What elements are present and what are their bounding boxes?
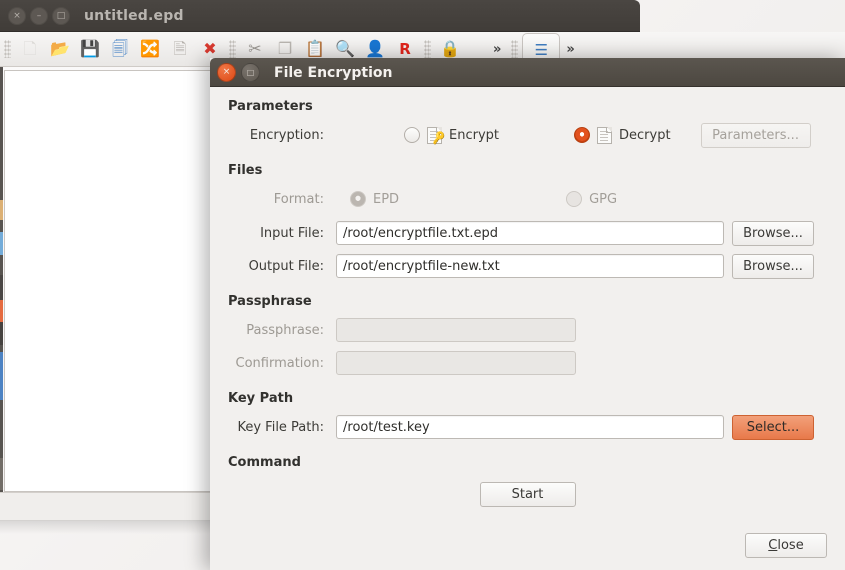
confirmation-field: [336, 351, 576, 375]
maximize-glyph: □: [53, 8, 69, 24]
background-window-buttons: × – □: [0, 7, 70, 25]
overflow-chevrons-glyph: »: [493, 42, 501, 57]
document-canvas[interactable]: [4, 70, 212, 492]
r-script-glyph: R: [399, 42, 411, 57]
format-epd-label: EPD: [373, 192, 399, 207]
maximize-icon[interactable]: □: [241, 63, 260, 82]
unity-launcher-sliver: [0, 60, 3, 510]
close-button[interactable]: Close: [745, 533, 827, 558]
passphrase-heading: Passphrase: [228, 294, 827, 309]
encrypt-radio[interactable]: [404, 127, 420, 143]
close-icon[interactable]: ×: [8, 7, 26, 25]
encryption-row: Encryption: 🔑 Encrypt Decrypt Parameters…: [228, 121, 827, 149]
new-document-glyph: 🗋: [24, 41, 37, 57]
encryption-label: Encryption:: [228, 128, 336, 143]
passphrase-field: [336, 318, 576, 342]
text-wrap-glyph: ☰: [535, 41, 548, 59]
decrypt-radio[interactable]: [574, 127, 590, 143]
save-all-glyph: 🗐: [112, 41, 128, 57]
background-window-titlebar: × – □ untitled.epd: [0, 0, 640, 32]
start-button[interactable]: Start: [480, 482, 576, 507]
minimize-icon[interactable]: –: [30, 7, 48, 25]
confirmation-label: Confirmation:: [228, 356, 336, 371]
document-properties-glyph: 🗎: [174, 41, 187, 57]
output-file-field[interactable]: [336, 254, 724, 278]
delete-glyph: ✖: [203, 41, 216, 57]
find-glyph: 🔍: [335, 41, 355, 57]
key-file-label: Key File Path:: [228, 420, 336, 435]
shuffle-icon[interactable]: 🔀: [135, 34, 165, 64]
close-button-wrap: Close: [745, 533, 827, 558]
close-button-mnemonic: C: [768, 538, 777, 553]
dialog-titlebar: × □ File Encryption: [210, 58, 845, 87]
open-folder-glyph: 📂: [50, 41, 70, 57]
screen: × – □ untitled.epd 🗋 📂 💾 🗐 🔀 🗎 ✖ ✂ ❐ 📋 🔍…: [0, 0, 845, 570]
window-drop-shadow: [0, 520, 212, 534]
passphrase-label: Passphrase:: [228, 323, 336, 338]
input-file-field[interactable]: [336, 221, 724, 245]
cut-glyph: ✂: [248, 41, 261, 57]
open-folder-icon[interactable]: 📂: [45, 34, 75, 64]
format-gpg-radio: [566, 191, 582, 207]
maximize-icon[interactable]: □: [52, 7, 70, 25]
start-button-wrap: Start: [228, 482, 827, 507]
document-properties-icon[interactable]: 🗎: [165, 34, 195, 64]
close-glyph: ×: [9, 8, 25, 24]
save-glyph: 💾: [80, 41, 100, 57]
status-bar: [0, 492, 212, 521]
encrypt-label[interactable]: Encrypt: [449, 128, 499, 143]
user-glyph: 👤: [365, 41, 385, 57]
save-all-icon[interactable]: 🗐: [105, 34, 135, 64]
toolbar-grip-2[interactable]: [229, 40, 236, 58]
toolbar-grip-4[interactable]: [511, 40, 518, 58]
format-gpg-label: GPG: [589, 192, 617, 207]
background-window-title: untitled.epd: [84, 8, 184, 24]
command-heading: Command: [228, 455, 827, 470]
dialog-title: File Encryption: [274, 65, 393, 81]
key-file-field[interactable]: [336, 415, 724, 439]
file-encryption-dialog: × □ File Encryption Parameters Encryptio…: [210, 58, 845, 570]
shuffle-glyph: 🔀: [140, 41, 160, 57]
toolbar-overflow-glyph: »: [566, 42, 574, 57]
key-file-row: Key File Path: Select...: [228, 413, 827, 441]
minimize-glyph: –: [31, 8, 47, 24]
input-file-label: Input File:: [228, 226, 336, 241]
lock-glyph: 🔒: [440, 41, 460, 57]
parameters-heading: Parameters: [228, 99, 827, 114]
key-file-select-button[interactable]: Select...: [732, 415, 814, 440]
output-file-label: Output File:: [228, 259, 336, 274]
input-file-row: Input File: Browse...: [228, 219, 827, 247]
confirmation-row: Confirmation:: [228, 349, 827, 377]
passphrase-row: Passphrase:: [228, 316, 827, 344]
toolbar-grip-3[interactable]: [424, 40, 431, 58]
decrypt-label[interactable]: Decrypt: [619, 128, 671, 143]
new-document-icon[interactable]: 🗋: [15, 34, 45, 64]
parameters-button: Parameters...: [701, 123, 811, 148]
dialog-body: Parameters Encryption: 🔑 Encrypt Decrypt…: [210, 87, 845, 570]
output-browse-button[interactable]: Browse...: [732, 254, 814, 279]
key-path-heading: Key Path: [228, 391, 827, 406]
format-epd-radio: [350, 191, 366, 207]
paste-glyph: 📋: [305, 41, 325, 57]
files-heading: Files: [228, 163, 827, 178]
input-browse-button[interactable]: Browse...: [732, 221, 814, 246]
save-icon[interactable]: 💾: [75, 34, 105, 64]
toolbar-overflow-icon[interactable]: »: [560, 42, 580, 57]
format-row: Format: EPD GPG: [228, 185, 827, 213]
overflow-chevrons-icon[interactable]: »: [487, 42, 507, 57]
copy-glyph: ❐: [278, 41, 292, 57]
encrypt-document-key-icon: 🔑: [427, 127, 442, 144]
close-button-rest: lose: [777, 538, 803, 553]
close-icon[interactable]: ×: [217, 63, 236, 82]
toolbar-grip[interactable]: [4, 40, 11, 58]
format-label: Format:: [228, 192, 336, 207]
decrypt-document-icon: [597, 127, 612, 144]
close-glyph: ×: [218, 64, 235, 81]
maximize-glyph: □: [242, 64, 259, 81]
output-file-row: Output File: Browse...: [228, 252, 827, 280]
